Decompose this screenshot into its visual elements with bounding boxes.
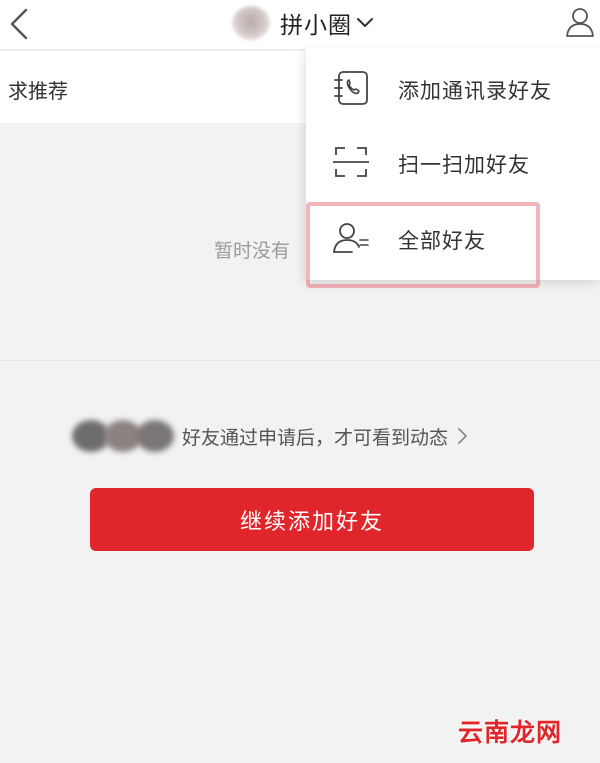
avatar	[136, 420, 174, 452]
watermark: 云南龙网	[457, 718, 562, 747]
pending-friends-note[interactable]: 好友通过申请后，才可看到动态	[72, 418, 468, 454]
continue-add-friends-button[interactable]: 继续添加好友	[90, 488, 534, 551]
friends-note-text: 好友通过申请后，才可看到动态	[182, 426, 449, 449]
divider	[0, 360, 600, 361]
empty-state-text: 暂时没有	[214, 240, 291, 262]
top-navigation-bar: 拼小圈	[0, 0, 600, 50]
blurred-avatars	[72, 418, 176, 454]
contacts-phone-icon	[334, 71, 368, 105]
avatar	[232, 6, 270, 40]
back-arrow-icon[interactable]	[4, 6, 36, 42]
person-icon[interactable]	[564, 4, 596, 40]
scan-icon	[333, 147, 369, 177]
chevron-down-icon	[357, 18, 373, 27]
menu-item-label: 扫一扫加好友	[398, 153, 530, 177]
page-title: 拼小圈	[280, 13, 352, 39]
add-friends-menu: 添加通讯录好友 扫一扫加好友 全部好友	[306, 48, 600, 280]
menu-item-add-contacts[interactable]: 添加通讯录好友	[306, 50, 600, 126]
menu-item-scan[interactable]: 扫一扫加好友	[306, 124, 600, 200]
chevron-right-icon	[458, 428, 467, 444]
menu-item-all-friends[interactable]: 全部好友	[306, 200, 600, 276]
recommend-label: 求推荐	[8, 79, 68, 103]
menu-item-label: 添加通讯录好友	[398, 79, 552, 103]
friends-list-icon	[333, 223, 369, 253]
title-selector[interactable]: 拼小圈	[232, 6, 374, 40]
menu-item-label: 全部好友	[398, 229, 486, 253]
